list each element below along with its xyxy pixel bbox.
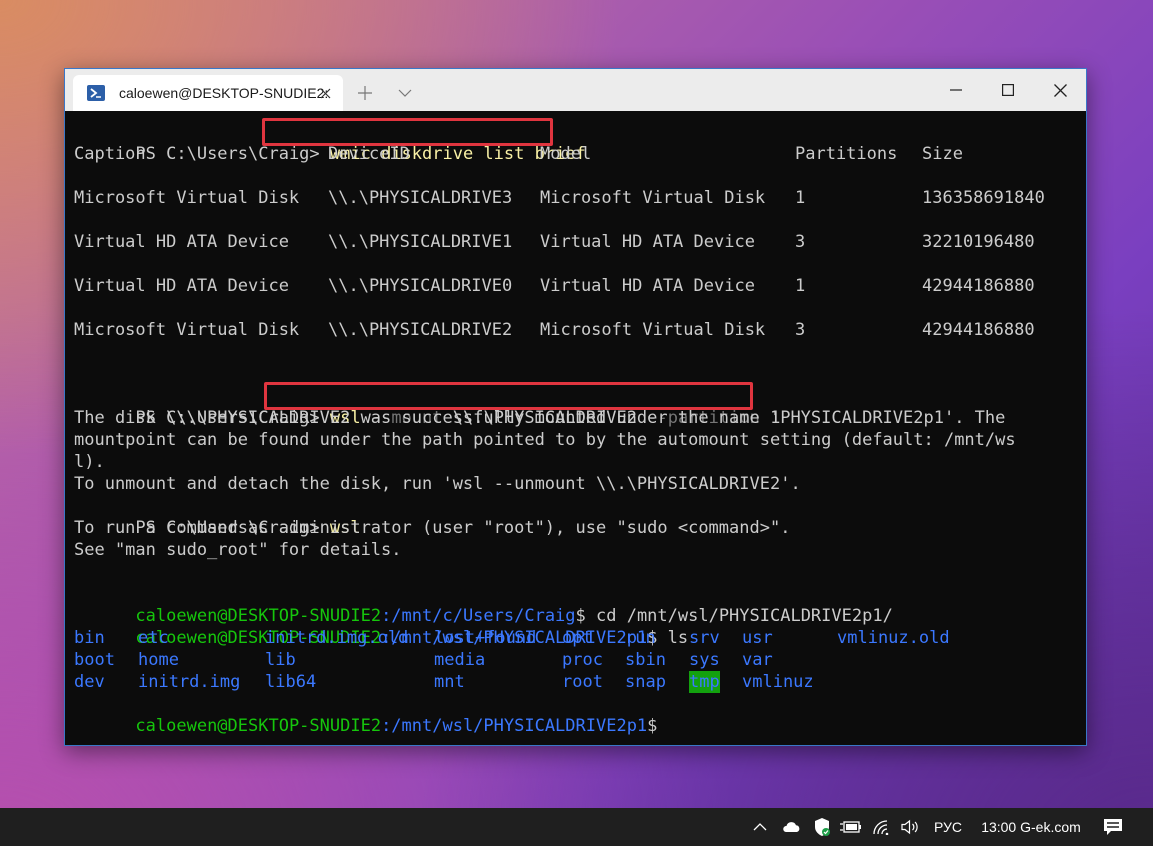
chevron-down-icon[interactable]: [393, 81, 417, 105]
close-window-icon[interactable]: [1034, 69, 1086, 111]
table-row: Microsoft Virtual Disk \\.\PHYSICALDRIVE…: [74, 320, 1035, 340]
output-line: See "man sudo_root" for details.: [74, 540, 402, 560]
table-row: Virtual HD ATA Device \\.\PHYSICALDRIVE1…: [74, 232, 1035, 252]
powershell-icon: [87, 85, 105, 101]
wifi-icon[interactable]: [869, 808, 895, 846]
close-icon[interactable]: [315, 83, 335, 103]
output-line: To run a command as administrator (user …: [74, 518, 791, 538]
table-header: Caption DeviceID Model Partitions Size: [74, 144, 963, 164]
terminal-tab[interactable]: caloewen@DESKTOP-SNUDIE2:: [73, 75, 343, 111]
bash-prompt-line: caloewen@DESKTOP-SNUDIE2:/mnt/c/Users/Cr…: [135, 606, 893, 626]
output-line: The disk \\.\PHYSICALDRIVE2 was successf…: [74, 408, 1006, 428]
output-line: To unmount and detach the disk, run 'wsl…: [74, 474, 801, 494]
clock[interactable]: 13:00 G-ek.com: [978, 808, 1084, 846]
language-indicator[interactable]: РУС: [930, 808, 966, 846]
highlight-box: [262, 118, 553, 146]
ls-row: dev initrd.img lib64 mnt root snap tmp v…: [74, 671, 814, 693]
output-line: mountpoint can be found under the path p…: [74, 430, 1016, 450]
plus-icon[interactable]: [353, 81, 377, 105]
cloud-icon[interactable]: [778, 808, 804, 846]
tab-title: caloewen@DESKTOP-SNUDIE2:: [119, 85, 329, 101]
bash-prompt-line: caloewen@DESKTOP-SNUDIE2:/mnt/wsl/PHYSIC…: [135, 716, 658, 736]
shield-icon[interactable]: [809, 808, 835, 846]
chevron-up-icon[interactable]: [748, 808, 772, 846]
speaker-icon[interactable]: [897, 808, 923, 846]
highlight-box: [264, 382, 753, 410]
terminal-output[interactable]: PS C:\Users\Craig> wmic diskdrive list b…: [74, 118, 1074, 739]
title-bar: caloewen@DESKTOP-SNUDIE2:: [65, 69, 1086, 111]
notification-icon[interactable]: [1098, 808, 1128, 846]
ls-row: boot home lib media proc sbin sys var: [74, 650, 773, 670]
terminal-window: caloewen@DESKTOP-SNUDIE2: PS C:\Users\Cr…: [64, 68, 1087, 746]
ls-row: bin etc initrd.img.old lost+found opt ru…: [74, 628, 950, 648]
maximize-icon[interactable]: [982, 69, 1034, 111]
minimize-icon[interactable]: [930, 69, 982, 111]
taskbar: РУС 13:00 G-ek.com: [0, 808, 1153, 846]
table-row: Microsoft Virtual Disk \\.\PHYSICALDRIVE…: [74, 188, 1045, 208]
table-row: Virtual HD ATA Device \\.\PHYSICALDRIVE0…: [74, 276, 1035, 296]
output-line: l).: [74, 452, 105, 472]
ps-prompt-line: PS C:\Users\Craig> wsl: [135, 518, 361, 538]
battery-icon[interactable]: [838, 808, 864, 846]
bash-prompt-line: caloewen@DESKTOP-SNUDIE2:/mnt/wsl/PHYSIC…: [135, 628, 689, 648]
